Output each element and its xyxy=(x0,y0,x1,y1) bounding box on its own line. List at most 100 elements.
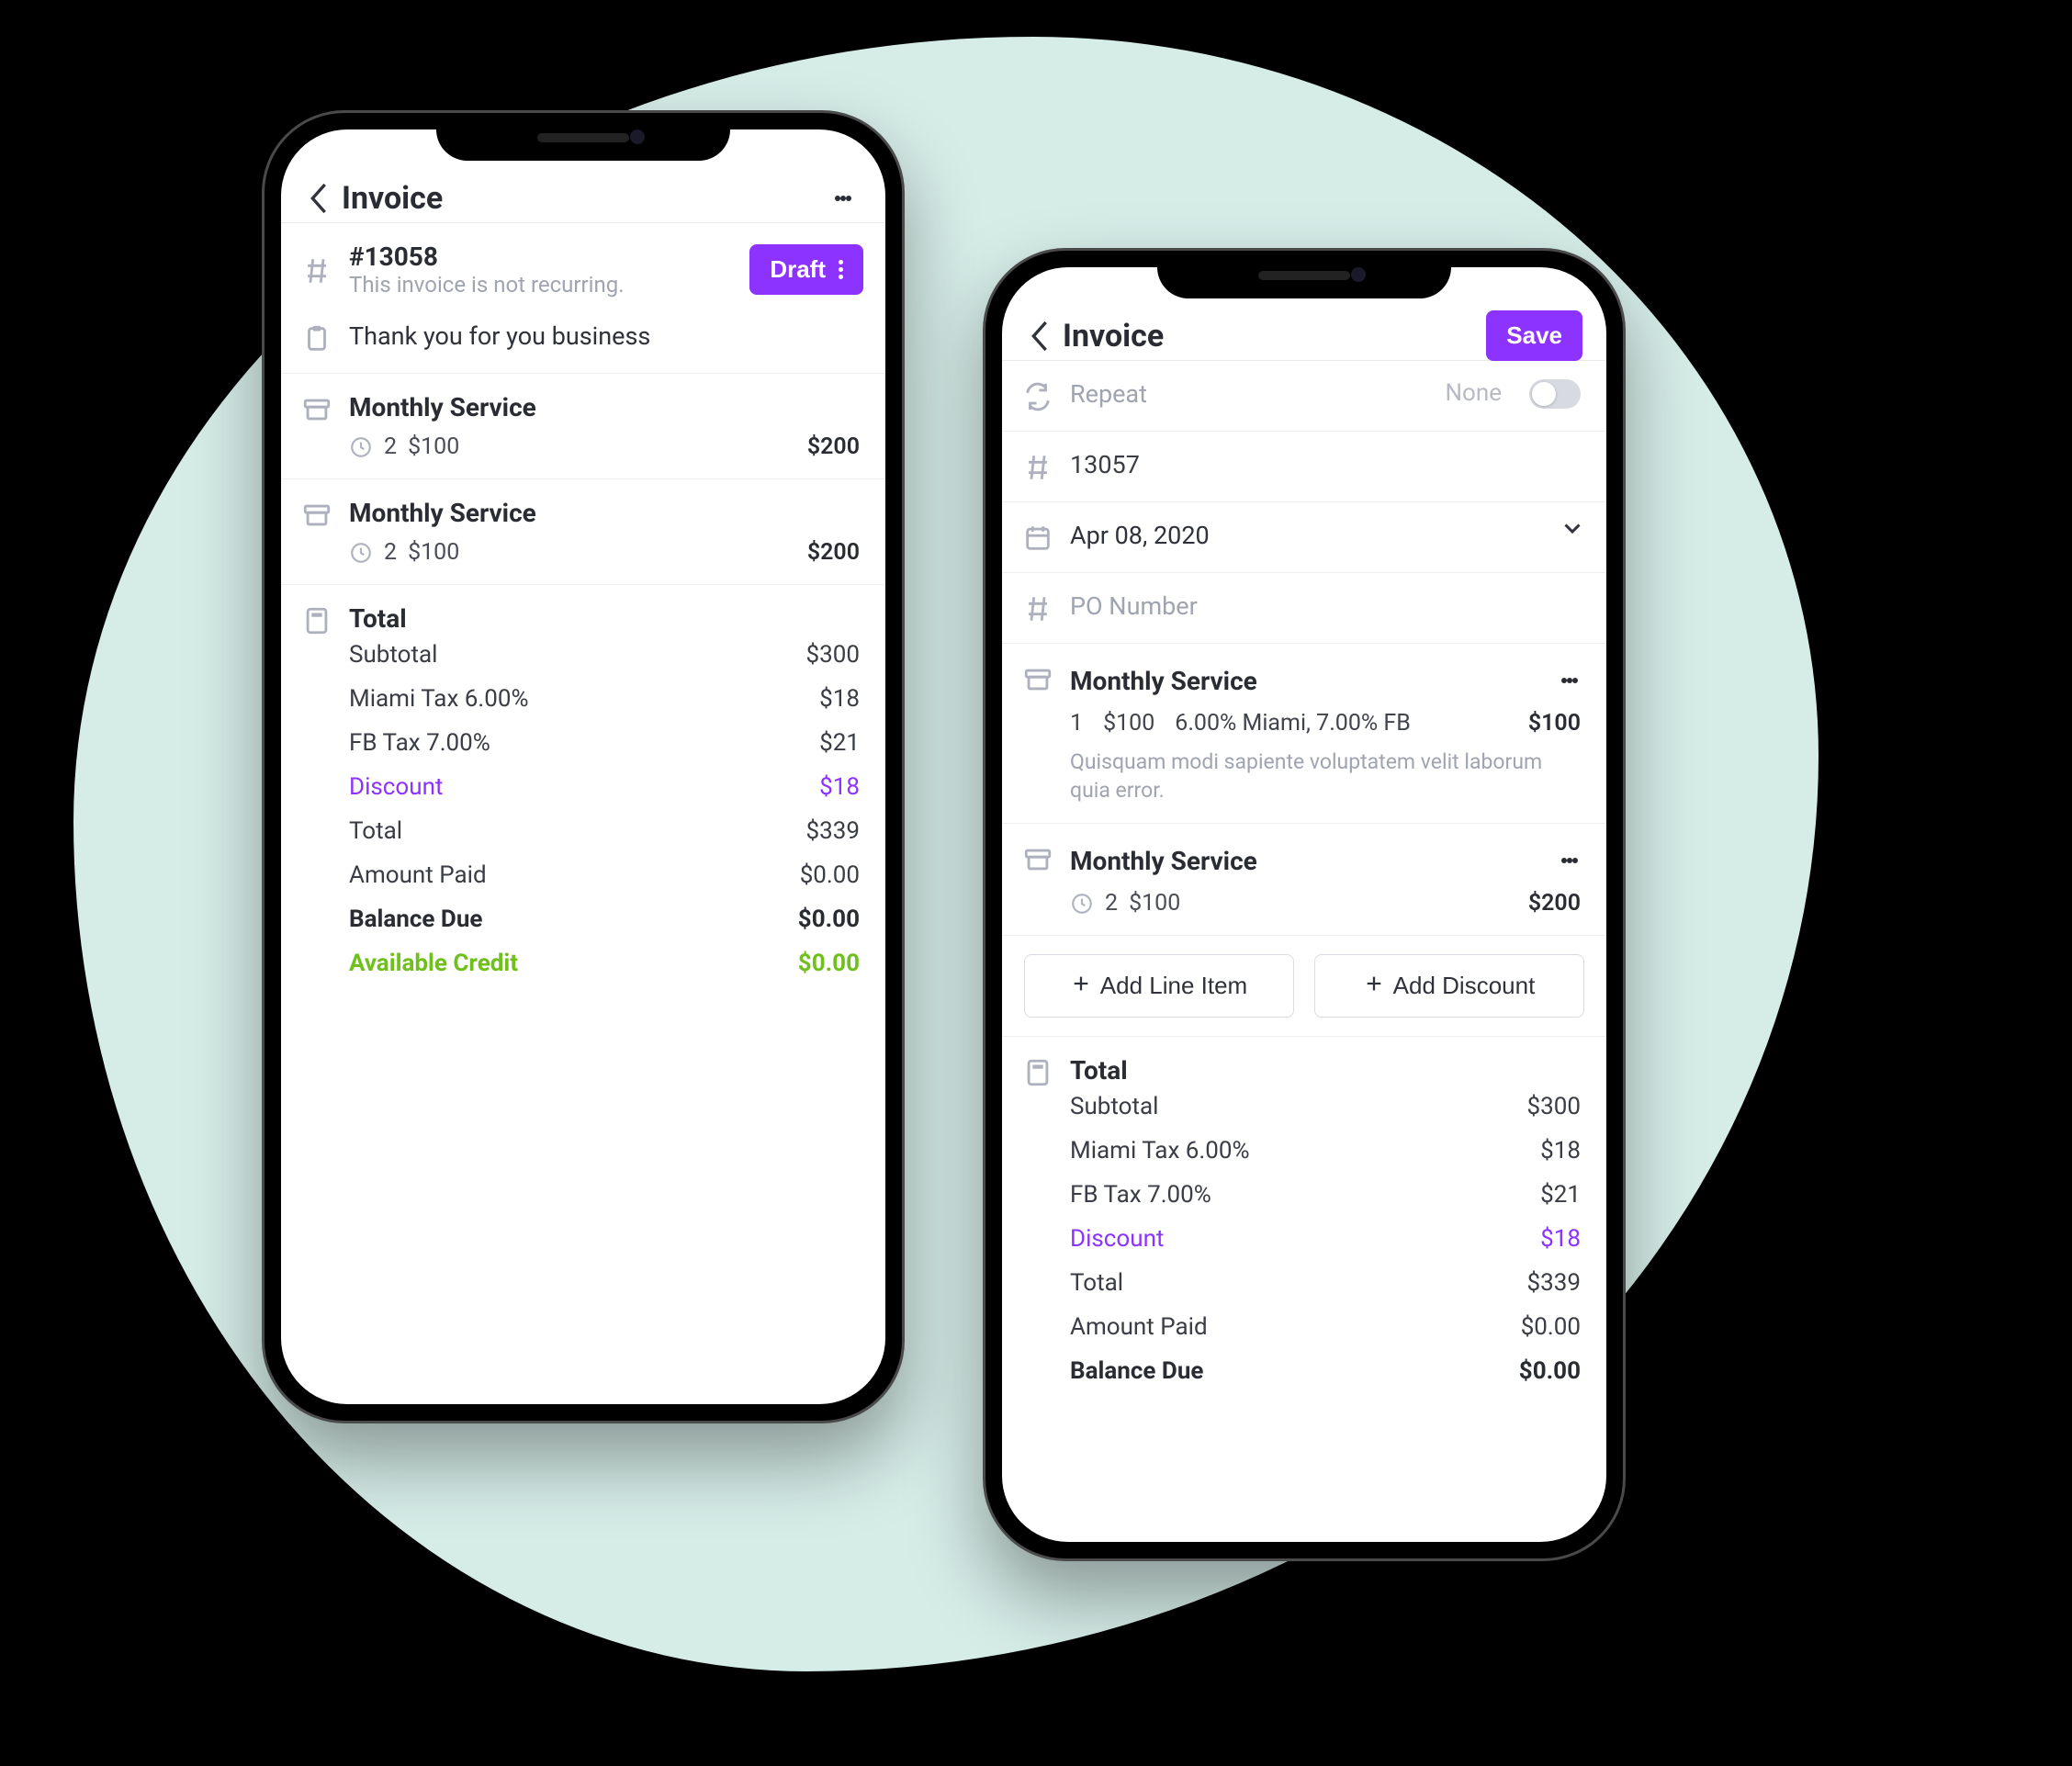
add-discount-button[interactable]: Add Discount xyxy=(1314,954,1584,1018)
discount-label: Discount xyxy=(1070,1225,1164,1253)
phone-mockup-right: Invoice Save Repeat None 13057 xyxy=(983,248,1626,1561)
item-menu-button[interactable] xyxy=(1559,662,1581,699)
date-row[interactable]: Apr 08, 2020 xyxy=(1002,502,1606,573)
draft-label: Draft xyxy=(770,255,826,284)
discount-value: $18 xyxy=(1540,1225,1581,1253)
paid-value: $0.00 xyxy=(1521,1313,1581,1341)
calculator-icon xyxy=(301,605,332,636)
totals-section: Total Subtotal $300 Miami Tax 6.00% $18 FB… xyxy=(1002,1037,1606,1409)
subtotal-value: $300 xyxy=(1527,1093,1581,1120)
note-text: Thank you for you business xyxy=(349,321,860,351)
item-price: $100 xyxy=(408,433,459,460)
screen-left: Invoice #13058 This invoice is not recur… xyxy=(281,129,885,1404)
recurring-note: This invoice is not recurring. xyxy=(349,272,733,298)
archive-icon xyxy=(1022,844,1053,875)
repeat-value: None xyxy=(1445,379,1502,407)
item-amount: $100 xyxy=(1528,710,1581,737)
subtotal-value: $300 xyxy=(806,641,860,669)
screen-right: Invoice Save Repeat None 13057 xyxy=(1002,267,1606,1542)
po-number-row[interactable]: PO Number xyxy=(1002,573,1606,644)
archive-icon xyxy=(301,394,332,425)
item-amount: $200 xyxy=(807,433,860,460)
caret-down-icon xyxy=(1564,521,1581,537)
invoice-id-row[interactable]: 13057 xyxy=(1002,432,1606,502)
archive-icon xyxy=(1022,664,1053,695)
clock-icon xyxy=(349,435,373,459)
repeat-row[interactable]: Repeat None xyxy=(1002,361,1606,432)
invoice-id: 13057 xyxy=(1070,450,1581,479)
archive-icon xyxy=(301,500,332,531)
subtotal-label: Subtotal xyxy=(349,641,437,669)
clock-icon xyxy=(1070,892,1094,916)
line-item[interactable]: Monthly Service 2 $100 $200 xyxy=(281,479,885,585)
tax1-value: $18 xyxy=(819,685,860,713)
hash-icon xyxy=(1022,452,1053,483)
note-row[interactable]: Thank you for you business xyxy=(281,303,885,374)
phone-notch xyxy=(436,113,730,161)
line-item[interactable]: Monthly Service 2 $100 $200 xyxy=(1002,824,1606,936)
item-amount: $200 xyxy=(1528,890,1581,917)
balance-label: Balance Due xyxy=(1070,1357,1203,1385)
item-name: Monthly Service xyxy=(1070,666,1257,696)
add-line-item-button[interactable]: Add Line Item xyxy=(1024,954,1294,1018)
item-menu-button[interactable] xyxy=(1559,842,1581,879)
balance-value: $0.00 xyxy=(798,905,860,933)
item-qty: 2 xyxy=(384,433,397,460)
total-label: Total xyxy=(349,817,402,845)
plus-icon xyxy=(1364,972,1384,1000)
total-label: Total xyxy=(1070,1269,1123,1297)
item-price: $100 xyxy=(1129,890,1180,917)
page-title: Invoice xyxy=(342,180,825,217)
invoice-status-row: #13058 This invoice is not recurring. Dr… xyxy=(281,223,885,303)
item-qty: 1 xyxy=(1070,710,1083,737)
action-buttons-row: Add Line Item Add Discount xyxy=(1002,936,1606,1037)
total-value: $339 xyxy=(1527,1269,1581,1297)
paid-label: Amount Paid xyxy=(1070,1313,1208,1341)
clipboard-icon xyxy=(301,323,332,354)
page-title: Invoice xyxy=(1063,318,1486,354)
item-amount: $200 xyxy=(807,539,860,566)
repeat-icon xyxy=(1022,381,1053,412)
item-qty: 2 xyxy=(384,539,397,566)
totals-title: Total xyxy=(1070,1055,1581,1085)
tax1-label: Miami Tax 6.00% xyxy=(349,685,529,713)
chevron-left-icon xyxy=(1030,321,1049,352)
item-name: Monthly Service xyxy=(1070,846,1257,876)
credit-label: Available Credit xyxy=(349,950,518,977)
repeat-toggle[interactable] xyxy=(1529,379,1581,409)
tax2-label: FB Tax 7.00% xyxy=(1070,1181,1211,1209)
line-item[interactable]: Monthly Service 1 $100 6.00% Miami, 7.00… xyxy=(1002,644,1606,824)
phone-mockup-left: Invoice #13058 This invoice is not recur… xyxy=(262,110,905,1423)
header-menu-button[interactable] xyxy=(825,180,861,217)
back-button[interactable] xyxy=(1020,317,1059,355)
hash-icon xyxy=(301,255,332,287)
discount-value: $18 xyxy=(819,773,860,801)
phone-notch xyxy=(1157,251,1451,298)
item-qty: 2 xyxy=(1105,890,1118,917)
tax2-value: $21 xyxy=(1540,1181,1581,1209)
item-description: Quisquam modi sapiente voluptatem velit … xyxy=(1070,742,1581,804)
back-button[interactable] xyxy=(299,179,338,218)
line-item[interactable]: Monthly Service 2 $100 $200 xyxy=(281,374,885,479)
item-name: Monthly Service xyxy=(349,498,536,528)
item-name: Monthly Service xyxy=(349,392,536,422)
credit-value: $0.00 xyxy=(798,950,860,977)
date-value: Apr 08, 2020 xyxy=(1070,521,1548,550)
chevron-left-icon xyxy=(310,183,328,214)
total-value: $339 xyxy=(806,817,860,845)
draft-badge-button[interactable]: Draft xyxy=(749,244,863,295)
item-tax: 6.00% Miami, 7.00% FB xyxy=(1175,710,1411,737)
totals-section: Total Subtotal $300 Miami Tax 6.00% $18 FB… xyxy=(281,585,885,1001)
save-button[interactable]: Save xyxy=(1486,310,1582,361)
balance-value: $0.00 xyxy=(1519,1357,1581,1385)
discount-label: Discount xyxy=(349,773,443,801)
subtotal-label: Subtotal xyxy=(1070,1093,1158,1120)
item-price: $100 xyxy=(1103,710,1154,737)
tax2-value: $21 xyxy=(819,729,860,757)
item-price: $100 xyxy=(408,539,459,566)
clock-icon xyxy=(349,541,373,565)
hash-icon xyxy=(1022,593,1053,624)
tax2-label: FB Tax 7.00% xyxy=(349,729,490,757)
tax1-label: Miami Tax 6.00% xyxy=(1070,1137,1250,1164)
po-placeholder: PO Number xyxy=(1070,591,1581,621)
